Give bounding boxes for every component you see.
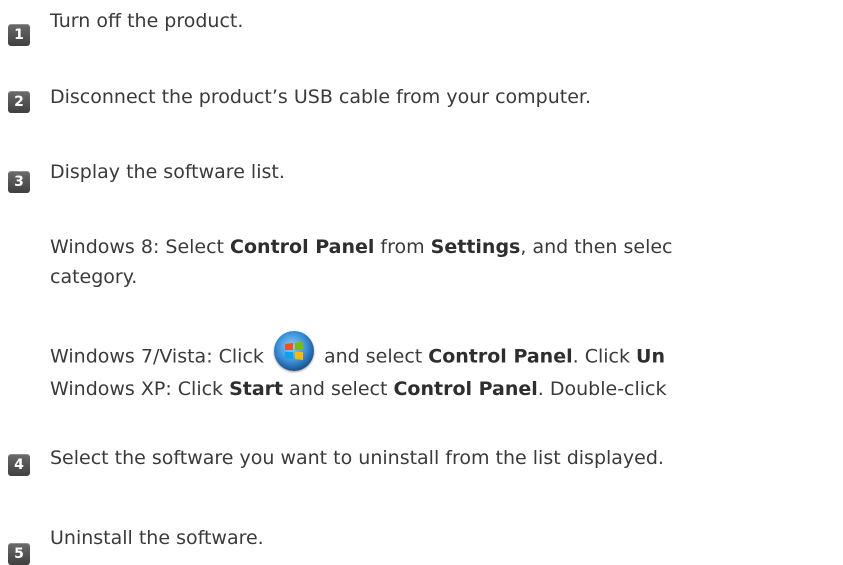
windowsxp-instruction: Windows XP: Click Start and select Contr… [50,378,667,400]
step-text: Display the software list. [50,161,285,183]
control-panel-term: Control Panel [393,378,538,400]
step-number-badge: 2 [8,91,30,113]
step-text: Turn off the product. [50,10,244,32]
windows8-instruction: Windows 8: Select Control Panel from Set… [50,236,673,258]
start-term: Start [229,378,284,400]
step-number-badge: 1 [8,24,30,46]
control-panel-term: Control Panel [230,236,375,258]
control-panel-term: Control Panel [428,345,573,368]
step-number-badge: 3 [8,171,30,193]
step-number-badge: 5 [8,543,30,565]
windows8-instruction-continued: category. [50,266,138,288]
settings-term: Settings [430,236,521,258]
windows-start-orb-icon [273,331,314,371]
step-text: Select the software you want to uninstal… [50,447,664,469]
step-number-badge: 4 [8,454,30,476]
windows7-vista-instruction: Windows 7/Vista: Click and select Contro… [50,331,665,377]
step-text: Disconnect the product’s USB cable from … [50,86,592,108]
uninstall-term: Un [636,345,665,368]
step-text: Uninstall the software. [50,527,264,549]
